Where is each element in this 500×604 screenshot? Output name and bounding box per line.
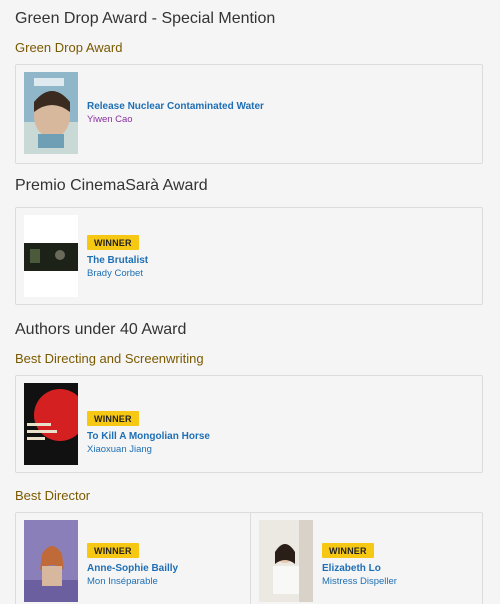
film-title-link[interactable]: The Brutalist <box>87 254 148 267</box>
entry-the-brutalist[interactable]: WINNER The Brutalist Brady Corbet <box>24 215 464 299</box>
entry-elizabeth-lo[interactable]: WINNER Elizabeth Lo Mistress Dispeller <box>259 520 479 604</box>
film-title[interactable]: Mistress Dispeller <box>322 575 397 588</box>
winner-badge: WINNER <box>322 543 374 558</box>
category-heading-best-director: Best Director <box>15 488 91 503</box>
award-heading-green-drop: Green Drop Award - Special Mention <box>15 10 276 27</box>
award-heading-cinemasara: Premio CinemaSarà Award <box>15 177 208 194</box>
film-title-link[interactable]: To Kill A Mongolian Horse <box>87 430 210 443</box>
poster-brutalist-image <box>24 215 78 297</box>
entry-to-kill-a-mongolian-horse[interactable]: WINNER To Kill A Mongolian Horse Xiaoxua… <box>24 383 464 467</box>
director-name[interactable]: Brady Corbet <box>87 267 148 280</box>
film-poster-image[interactable] <box>24 72 78 154</box>
entry-release-nuclear-water[interactable]: Release Nuclear Contaminated Water Yiwen… <box>24 72 464 156</box>
card-divider <box>250 513 251 604</box>
entry-card: WINNER To Kill A Mongolian Horse Xiaoxua… <box>15 375 483 473</box>
poster-mongolian-horse-image <box>24 383 78 465</box>
person-name-link[interactable]: Anne-Sophie Bailly <box>87 562 178 575</box>
director-name[interactable]: Xiaoxuan Jiang <box>87 443 210 456</box>
winner-badge: WINNER <box>87 543 139 558</box>
photo-elizabeth-lo-image <box>259 520 313 602</box>
person-photo-image[interactable] <box>24 520 78 602</box>
entry-anne-sophie-bailly[interactable]: WINNER Anne-Sophie Bailly Mon Inséparabl… <box>24 520 244 604</box>
winner-badge: WINNER <box>87 411 139 426</box>
entry-card-split: WINNER Anne-Sophie Bailly Mon Inséparabl… <box>15 512 483 604</box>
entry-card: WINNER The Brutalist Brady Corbet <box>15 207 483 305</box>
person-photo-image[interactable] <box>259 520 313 602</box>
category-heading-directing-screenwriting: Best Directing and Screenwriting <box>15 351 204 366</box>
film-title[interactable]: Mon Inséparable <box>87 575 178 588</box>
poster-child-image <box>24 72 78 154</box>
award-heading-authors-under-40: Authors under 40 Award <box>15 321 187 338</box>
person-name-link[interactable]: Elizabeth Lo <box>322 562 397 575</box>
director-name[interactable]: Yiwen Cao <box>87 113 264 126</box>
film-poster-image[interactable] <box>24 215 78 297</box>
entry-card: Release Nuclear Contaminated Water Yiwen… <box>15 64 483 164</box>
category-heading-green-drop: Green Drop Award <box>15 40 123 55</box>
photo-anne-sophie-image <box>24 520 78 602</box>
winner-badge: WINNER <box>87 235 139 250</box>
film-poster-image[interactable] <box>24 383 78 465</box>
film-title-link[interactable]: Release Nuclear Contaminated Water <box>87 100 264 113</box>
